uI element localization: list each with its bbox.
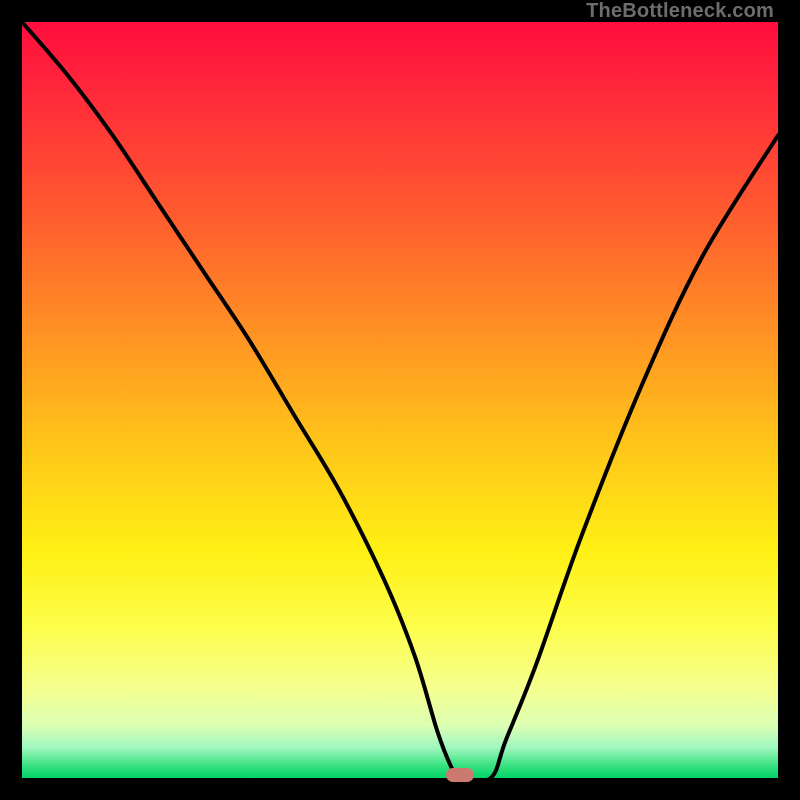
optimum-marker [446, 768, 474, 782]
bottleneck-curve [22, 22, 778, 778]
chart-container: TheBottleneck.com [0, 0, 800, 800]
plot-area [22, 22, 778, 778]
watermark-text: TheBottleneck.com [586, 0, 774, 23]
